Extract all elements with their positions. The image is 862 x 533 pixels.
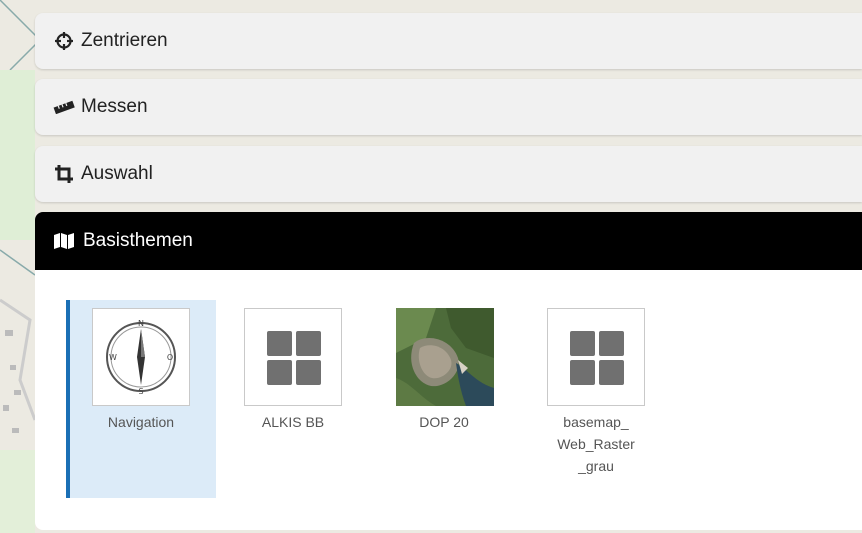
auswahl-tool-row[interactable]: Auswahl bbox=[35, 146, 862, 202]
grid-icon bbox=[244, 308, 342, 406]
svg-text:O: O bbox=[167, 353, 173, 362]
tile-label: DOP 20 bbox=[419, 414, 469, 430]
crosshair-icon bbox=[53, 30, 75, 52]
aerial-photo-thumbnail bbox=[396, 308, 494, 406]
basisthemen-header[interactable]: Basisthemen bbox=[35, 212, 862, 270]
compass-icon: N S W O bbox=[92, 308, 190, 406]
tile-label: Navigation bbox=[107, 414, 175, 430]
crop-icon bbox=[53, 163, 75, 185]
tile-label: ALKIS BB bbox=[261, 414, 325, 430]
ruler-icon bbox=[53, 96, 75, 118]
basemap-tile-alkis-bb[interactable]: ALKIS BB bbox=[218, 300, 368, 498]
basemap-tile-navigation[interactable]: N S W O Navigation bbox=[66, 300, 216, 498]
basisthemen-title: Basisthemen bbox=[83, 230, 193, 251]
basemap-tile-basemap-web-raster-grau[interactable]: basemap_ Web_Raster _grau bbox=[521, 300, 671, 498]
grid-icon bbox=[547, 308, 645, 406]
zentrieren-label: Zentrieren bbox=[81, 30, 168, 51]
zentrieren-tool-row[interactable]: Zentrieren bbox=[35, 13, 862, 69]
map-icon bbox=[53, 230, 77, 252]
svg-text:W: W bbox=[109, 353, 117, 362]
auswahl-label: Auswahl bbox=[81, 163, 153, 184]
basisthemen-content: N S W O Navigation ALKIS BB DOP 20 basem… bbox=[35, 270, 862, 530]
svg-text:N: N bbox=[138, 319, 144, 328]
svg-text:S: S bbox=[138, 387, 143, 396]
messen-tool-row[interactable]: Messen bbox=[35, 79, 862, 135]
tile-label: basemap_ Web_Raster _grau bbox=[557, 414, 635, 474]
messen-label: Messen bbox=[81, 96, 148, 117]
basemap-tile-dop-20[interactable]: DOP 20 bbox=[369, 300, 519, 498]
